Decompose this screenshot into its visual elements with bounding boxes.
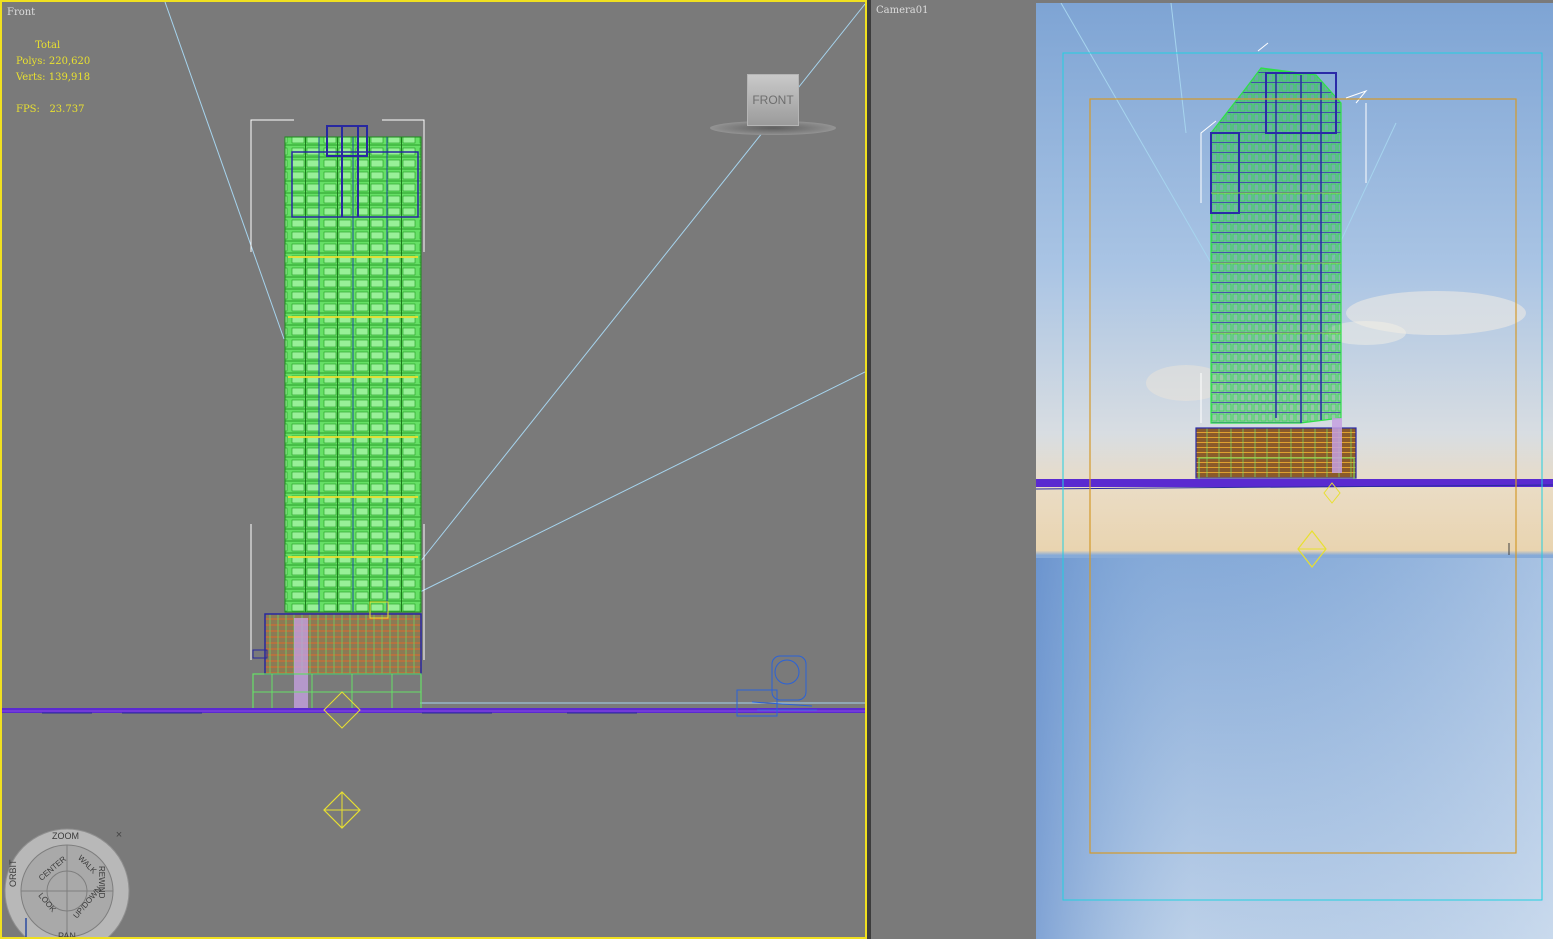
viewcube[interactable]: FRONT xyxy=(747,74,799,126)
camera-viewport[interactable]: Camera01 xyxy=(871,0,1553,939)
camera-render-scene xyxy=(1036,3,1553,939)
front-viewport[interactable]: Front Total Polys: 220,620 Verts: 139,91… xyxy=(0,0,867,939)
steering-wheel-close-button[interactable]: × xyxy=(112,828,126,842)
viewport-splitter[interactable] xyxy=(867,0,871,939)
steering-wheel[interactable] xyxy=(4,828,130,939)
front-scene-wireframe xyxy=(2,2,865,829)
wheel-orbit[interactable]: ORBIT xyxy=(8,859,18,887)
viewport-label-camera[interactable]: Camera01 xyxy=(876,5,928,16)
wheel-pan[interactable]: PAN xyxy=(58,931,76,937)
wheel-zoom[interactable]: ZOOM xyxy=(52,831,79,841)
viewcube-face-label: FRONT xyxy=(752,93,794,107)
